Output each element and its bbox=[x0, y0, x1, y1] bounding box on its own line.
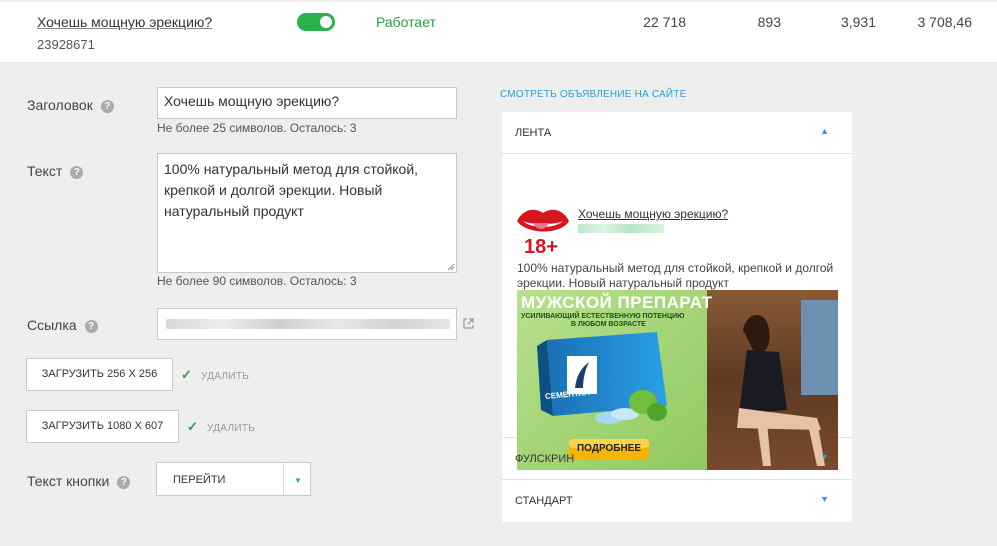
check-icon: ✓ bbox=[181, 367, 192, 382]
caret-up-icon[interactable]: ▲ bbox=[820, 126, 829, 136]
caret-down-icon[interactable]: ▼ bbox=[294, 476, 302, 485]
row-divider bbox=[0, 0, 997, 2]
banner-subline-1: УСИЛИВАЮЩИЙ ЕСТЕСТВЕННУЮ ПОТЕНЦИЮ bbox=[521, 313, 685, 320]
button-text-label-text: Текст кнопки bbox=[27, 473, 110, 489]
text-textarea[interactable]: 100% натуральный метод для стойкой, креп… bbox=[157, 153, 457, 273]
text-textarea-value: 100% натуральный метод для стойкой, креп… bbox=[164, 161, 419, 219]
ad-active-toggle[interactable] bbox=[297, 13, 335, 31]
select-divider bbox=[283, 463, 284, 495]
ad-status: Работает bbox=[376, 14, 436, 30]
section-feed-header[interactable]: ЛЕНТА ▲ bbox=[502, 112, 852, 154]
button-text-value: ПЕРЕЙТИ bbox=[173, 474, 226, 486]
preview-panel: ЛЕНТА ▲ 18+ Хочешь мощную эрекцию? 100% … bbox=[502, 112, 852, 522]
banner-subline-2: В ЛЮБОМ ВОЗРАСТЕ bbox=[571, 321, 646, 328]
section-standard-title: СТАНДАРТ bbox=[515, 495, 573, 507]
ad-row: Хочешь мощную эрекцию? 23928671 Работает… bbox=[0, 0, 997, 63]
question-circle-icon[interactable]: ? bbox=[100, 100, 114, 113]
question-circle-icon[interactable]: ? bbox=[117, 476, 131, 489]
title-input[interactable]: Хочешь мощную эрекцию? bbox=[157, 87, 457, 119]
link-label-text: Ссылка bbox=[27, 317, 77, 333]
check-icon: ✓ bbox=[187, 419, 198, 434]
stat-ctr: 3,931 bbox=[840, 14, 876, 30]
feed-preview: 18+ Хочешь мощную эрекцию? 100% натураль… bbox=[502, 154, 852, 470]
feed-ad-title[interactable]: Хочешь мощную эрекцию? bbox=[578, 207, 728, 221]
button-text-label: Текст кнопки? bbox=[27, 473, 131, 489]
section-standard-header[interactable]: СТАНДАРТ ▼ bbox=[502, 480, 852, 522]
text-hint: Не более 90 символов. Осталось: 3 bbox=[157, 274, 357, 288]
toggle-knob bbox=[320, 16, 332, 28]
text-label-text: Текст bbox=[27, 163, 63, 179]
title-hint: Не более 25 символов. Осталось: 3 bbox=[157, 121, 357, 135]
ad-id: 23928671 bbox=[37, 37, 95, 52]
title-label-text: Заголовок bbox=[27, 97, 93, 113]
upload-1080-button[interactable]: ЗАГРУЗИТЬ 1080 X 607 bbox=[26, 410, 179, 443]
text-label: Текст? bbox=[27, 163, 84, 179]
view-ad-on-site-link[interactable]: СМОТРЕТЬ ОБЪЯВЛЕНИЕ НА САЙТЕ bbox=[500, 89, 686, 100]
feed-ad-text: 100% натуральный метод для стойкой, креп… bbox=[517, 261, 834, 290]
external-link-icon[interactable] bbox=[463, 318, 474, 329]
feed-domain-redacted bbox=[578, 224, 664, 233]
link-input[interactable] bbox=[157, 308, 457, 340]
question-circle-icon[interactable]: ? bbox=[70, 166, 84, 179]
title-label: Заголовок? bbox=[27, 97, 114, 113]
age-badge: 18+ bbox=[524, 236, 558, 258]
button-text-select[interactable]: ПЕРЕЙТИ ▼ bbox=[156, 462, 311, 496]
banner-headline: МУЖСКОЙ ПРЕПАРАТ bbox=[521, 293, 713, 312]
ad-title-link[interactable]: Хочешь мощную эрекцию? bbox=[37, 14, 212, 30]
delete-256-link[interactable]: УДАЛИТЬ bbox=[201, 371, 249, 382]
link-label: Ссылка? bbox=[27, 317, 98, 333]
question-circle-icon[interactable]: ? bbox=[84, 320, 98, 333]
caret-down-icon[interactable]: ▼ bbox=[820, 452, 829, 462]
stat-clicks: 893 bbox=[757, 14, 781, 30]
stat-spend: 3 708,46 bbox=[917, 14, 973, 30]
upload-256-button[interactable]: ЗАГРУЗИТЬ 256 X 256 bbox=[26, 358, 173, 391]
delete-1080-link[interactable]: УДАЛИТЬ bbox=[207, 423, 255, 434]
section-fullscreen-title: ФУЛСКРИН bbox=[515, 453, 575, 465]
resize-handle-icon[interactable] bbox=[447, 263, 455, 271]
caret-down-icon[interactable]: ▼ bbox=[820, 494, 829, 504]
section-feed-title: ЛЕНТА bbox=[515, 127, 552, 139]
link-redacted bbox=[166, 319, 450, 329]
stat-impressions: 22 718 bbox=[643, 14, 686, 30]
section-fullscreen-header[interactable]: ФУЛСКРИН ▼ bbox=[502, 438, 852, 480]
